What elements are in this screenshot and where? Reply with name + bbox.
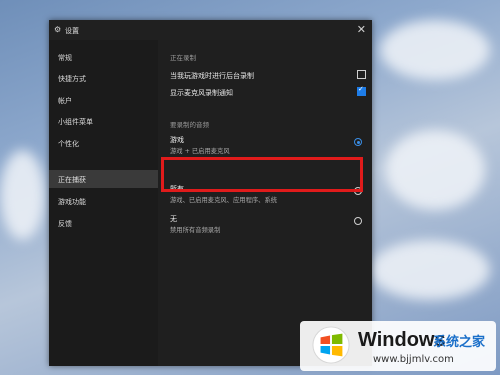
gear-icon: ⚙ bbox=[54, 25, 62, 34]
highlight-box bbox=[161, 157, 363, 192]
sidebar-item-label: 个性化 bbox=[58, 140, 79, 148]
capture-settings-panel: 正在录制 当我玩游戏时进行后台录制 显示麦克风录制通知 要录制的音频 游戏 游戏… bbox=[158, 40, 372, 366]
title-bar: ⚙ 设置 ✕ bbox=[49, 20, 372, 40]
audio-option-description: 游戏、已启用麦克风、应用程序、系统 bbox=[170, 197, 278, 204]
sidebar-item-general[interactable]: 常规 bbox=[49, 48, 158, 66]
cloud bbox=[380, 20, 490, 80]
sidebar-item-capturing[interactable]: 正在捕获 bbox=[49, 170, 158, 188]
mic-notification-label: 显示麦克风录制通知 bbox=[170, 89, 233, 97]
sidebar-item-feedback[interactable]: 反馈 bbox=[49, 214, 158, 232]
sidebar-item-shortcuts[interactable]: 快捷方式 bbox=[49, 69, 158, 87]
mic-notification-checkbox[interactable] bbox=[357, 85, 366, 96]
audio-option-description: 游戏 + 已启用麦克风 bbox=[170, 148, 230, 155]
cloud bbox=[0, 150, 45, 240]
windows-logo-icon bbox=[312, 326, 350, 364]
sidebar-item-label: 反馈 bbox=[58, 220, 72, 228]
audio-option-label: 游戏 bbox=[170, 136, 184, 144]
background-recording-label: 当我玩游戏时进行后台录制 bbox=[170, 72, 254, 80]
settings-window: ⚙ 设置 ✕ 常规 快捷方式 帐户 小组件菜单 个性化 正在捕获 游戏功能 反馈… bbox=[49, 20, 372, 366]
sidebar-item-label: 快捷方式 bbox=[58, 75, 86, 83]
close-icon[interactable]: ✕ bbox=[357, 23, 366, 36]
sidebar-item-account[interactable]: 帐户 bbox=[49, 91, 158, 109]
audio-option-radio[interactable] bbox=[354, 217, 362, 225]
watermark-url: www.bjjmlv.com bbox=[373, 354, 454, 365]
sidebar-item-widget-menu[interactable]: 小组件菜单 bbox=[49, 112, 158, 130]
audio-option-description: 禁用所有音频录制 bbox=[170, 227, 221, 234]
recording-section-title: 正在录制 bbox=[170, 54, 196, 62]
window-title: 设置 bbox=[65, 27, 79, 35]
sidebar: 常规 快捷方式 帐户 小组件菜单 个性化 正在捕获 游戏功能 反馈 bbox=[49, 40, 158, 366]
sidebar-item-label: 常规 bbox=[58, 54, 72, 62]
sidebar-item-label: 正在捕获 bbox=[58, 176, 86, 184]
cloud bbox=[370, 240, 490, 300]
audio-option-none[interactable]: 无 禁用所有音频录制 bbox=[170, 213, 366, 237]
watermark-logo: Windows 系统之家 www.bjjmlv.com bbox=[300, 321, 496, 371]
background-recording-row[interactable]: 当我玩游戏时进行后台录制 bbox=[170, 69, 366, 81]
background-recording-checkbox[interactable] bbox=[357, 70, 366, 79]
watermark-subtitle: 系统之家 bbox=[433, 335, 486, 350]
audio-option-radio[interactable] bbox=[354, 138, 362, 146]
sidebar-item-label: 游戏功能 bbox=[58, 198, 86, 206]
sidebar-item-gaming-features[interactable]: 游戏功能 bbox=[49, 192, 158, 210]
sidebar-item-label: 帐户 bbox=[58, 97, 72, 105]
audio-section-title: 要录制的音频 bbox=[170, 121, 209, 129]
cloud bbox=[385, 130, 485, 210]
sidebar-item-personalization[interactable]: 个性化 bbox=[49, 134, 158, 152]
mic-notification-row[interactable]: 显示麦克风录制通知 bbox=[170, 85, 366, 98]
audio-option-label: 无 bbox=[170, 215, 177, 223]
audio-option-game[interactable]: 游戏 游戏 + 已启用麦克风 bbox=[170, 134, 366, 158]
sidebar-item-label: 小组件菜单 bbox=[58, 118, 93, 126]
